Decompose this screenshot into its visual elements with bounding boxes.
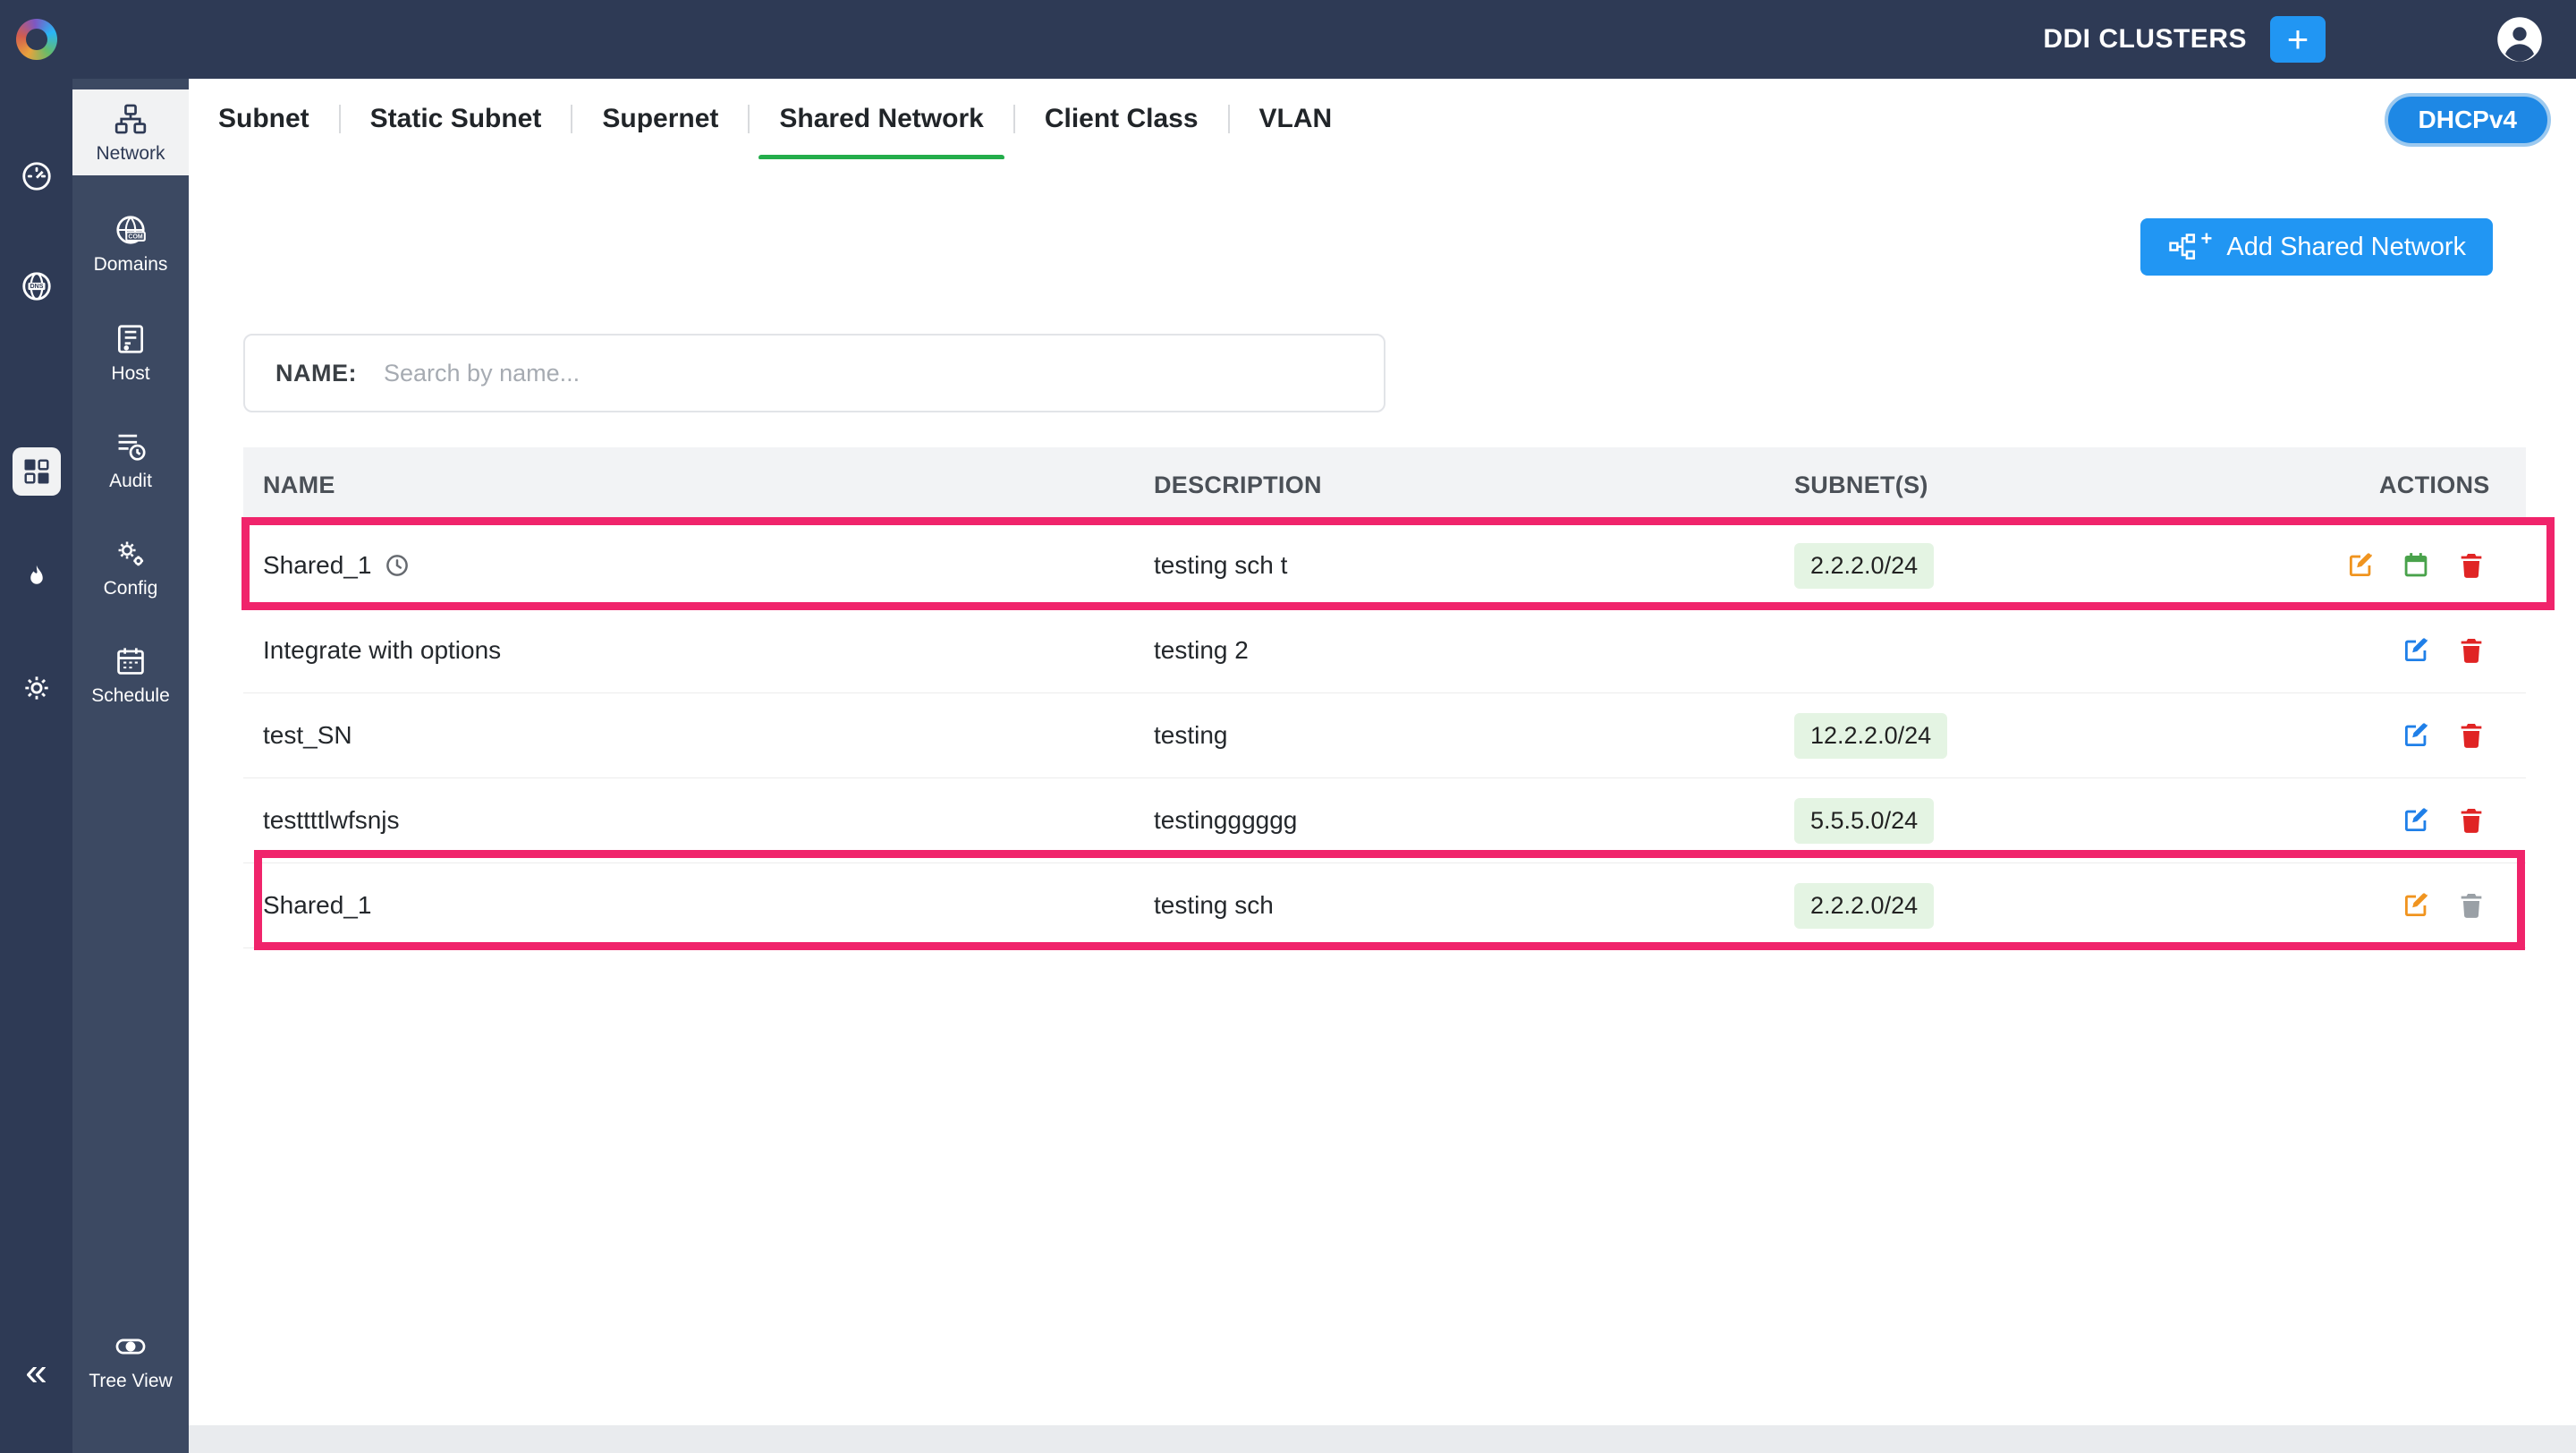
row-description: testing 2 (1134, 636, 1775, 665)
row-name: Shared_1 (263, 551, 371, 580)
row-name: testtttlwfsnjs (263, 806, 399, 835)
table-row: testtttlwfsnjs testingggggg 5.5.5.0/24 (243, 778, 2526, 863)
delete-icon[interactable] (2456, 805, 2487, 836)
sidebar-label: Network (72, 143, 189, 165)
main-content: Subnet Static Subnet Supernet Shared Net… (189, 79, 2576, 1453)
row-name: test_SN (263, 721, 352, 750)
column-header-subnets: SUBNET(S) (1775, 472, 2360, 499)
ddi-clusters-label: DDI CLUSTERS (2043, 24, 2247, 55)
subnet-badge: 12.2.2.0/24 (1794, 713, 1947, 759)
delete-icon[interactable] (2456, 550, 2487, 581)
tab-bar: Subnet Static Subnet Supernet Shared Net… (189, 79, 2576, 160)
sidebar-item-network[interactable]: Network (72, 89, 189, 175)
edit-icon[interactable] (2401, 635, 2431, 666)
edit-icon[interactable] (2401, 890, 2431, 921)
tab-shared-network[interactable]: Shared Network (750, 79, 1013, 159)
table-body: Shared_1 testing sch t 2.2.2.0/24 Integr… (243, 523, 2526, 948)
config-gears-icon (114, 537, 148, 571)
sidebar-label: Tree View (72, 1371, 189, 1392)
add-shared-network-label: Add Shared Network (2226, 233, 2466, 262)
sidebar-item-config[interactable]: Config (72, 537, 189, 599)
collapse-sidebar-chevron-icon[interactable]: « (0, 1353, 72, 1392)
subnet-badge: 2.2.2.0/24 (1794, 543, 1934, 589)
svg-text:COM: COM (128, 234, 142, 241)
table-row: Shared_1 testing sch t 2.2.2.0/24 (243, 523, 2526, 608)
search-name-label: NAME: (275, 360, 357, 387)
topbar-right: DDI CLUSTERS + (2043, 0, 2544, 79)
row-actions (2360, 635, 2526, 666)
delete-icon[interactable] (2456, 635, 2487, 666)
topbar: DDI CLUSTERS + (0, 0, 2576, 79)
dns-globe-icon[interactable]: DNS (0, 269, 72, 303)
subnet-badge: 5.5.5.0/24 (1794, 798, 1934, 844)
calendar-icon[interactable] (2401, 550, 2431, 581)
sidebar-item-domains[interactable]: COM Domains (72, 213, 189, 276)
app-root: DDI CLUSTERS + DNS « Net (0, 0, 2576, 1453)
column-header-description: DESCRIPTION (1134, 472, 1775, 499)
edit-icon[interactable] (2401, 720, 2431, 751)
dhcpv4-badge[interactable]: DHCPv4 (2385, 93, 2551, 147)
icon-rail: DNS « (0, 79, 72, 1453)
row-actions (2360, 550, 2526, 581)
user-avatar-icon[interactable] (2496, 15, 2544, 64)
table-header-row: NAME DESCRIPTION SUBNET(S) ACTIONS (243, 447, 2526, 523)
sidebar-item-schedule[interactable]: Schedule (72, 644, 189, 707)
row-description: testingggggg (1134, 806, 1775, 835)
column-header-name: NAME (243, 472, 1134, 499)
plus-glyph: + (2201, 227, 2213, 251)
sidebar-item-tree-view[interactable]: Tree View (72, 1330, 189, 1392)
tab-client-class[interactable]: Client Class (1015, 79, 1228, 159)
search-input[interactable] (382, 359, 1366, 388)
name-search-box: NAME: (243, 334, 1385, 412)
delete-icon[interactable] (2456, 720, 2487, 751)
add-cluster-button[interactable]: + (2270, 16, 2326, 63)
sidebar-item-audit[interactable]: Audit (72, 429, 189, 492)
host-server-icon (114, 322, 148, 356)
sidebar-label: Domains (72, 254, 189, 276)
row-actions (2360, 890, 2526, 921)
sidebar: Network COM Domains Host Audit Config Sc… (72, 79, 189, 1453)
row-actions (2360, 805, 2526, 836)
settings-gear-icon[interactable] (0, 671, 72, 705)
content-card: + Add Shared Network NAME: NAME DESCRIPTI… (189, 159, 2576, 1425)
sidebar-label: Audit (72, 471, 189, 492)
row-actions (2360, 720, 2526, 751)
tab-subnet[interactable]: Subnet (189, 79, 339, 159)
subnet-badge: 2.2.2.0/24 (1794, 883, 1934, 929)
sidebar-label: Config (72, 578, 189, 599)
ipam-active-tile (13, 447, 61, 496)
row-description: testing sch t (1134, 551, 1775, 580)
sidebar-label: Schedule (72, 685, 189, 707)
ipam-grid-icon[interactable] (0, 447, 72, 496)
delete-icon[interactable] (2456, 890, 2487, 921)
tab-static-subnet[interactable]: Static Subnet (341, 79, 572, 159)
sidebar-label: Host (72, 363, 189, 385)
table-row: Shared_1 testing sch 2.2.2.0/24 (243, 863, 2526, 948)
clock-icon (384, 552, 411, 579)
row-description: testing (1134, 721, 1775, 750)
analytics-flame-icon[interactable] (0, 562, 72, 594)
network-sitemap-icon (114, 102, 148, 136)
tree-view-toggle-icon (114, 1330, 148, 1364)
row-name: Shared_1 (263, 891, 371, 920)
domains-globe-icon: COM (114, 213, 148, 247)
app-logo-icon[interactable] (16, 19, 57, 60)
table-row: test_SN testing 12.2.2.0/24 (243, 693, 2526, 778)
tab-supernet[interactable]: Supernet (572, 79, 748, 159)
audit-log-icon (114, 429, 148, 463)
schedule-calendar-icon (114, 644, 148, 678)
svg-text:DNS: DNS (30, 284, 43, 290)
row-description: testing sch (1134, 891, 1775, 920)
network-plus-icon (2167, 232, 2198, 262)
column-header-actions: ACTIONS (2360, 472, 2526, 499)
dashboard-gauge-icon[interactable] (0, 159, 72, 193)
add-shared-network-button[interactable]: + Add Shared Network (2140, 218, 2493, 276)
table-row: Integrate with options testing 2 (243, 608, 2526, 693)
edit-icon[interactable] (2401, 805, 2431, 836)
edit-icon[interactable] (2345, 550, 2376, 581)
sidebar-item-host[interactable]: Host (72, 322, 189, 385)
shared-network-table: NAME DESCRIPTION SUBNET(S) ACTIONS Share… (243, 447, 2526, 948)
tab-vlan[interactable]: VLAN (1230, 79, 1362, 159)
row-name: Integrate with options (263, 636, 501, 665)
